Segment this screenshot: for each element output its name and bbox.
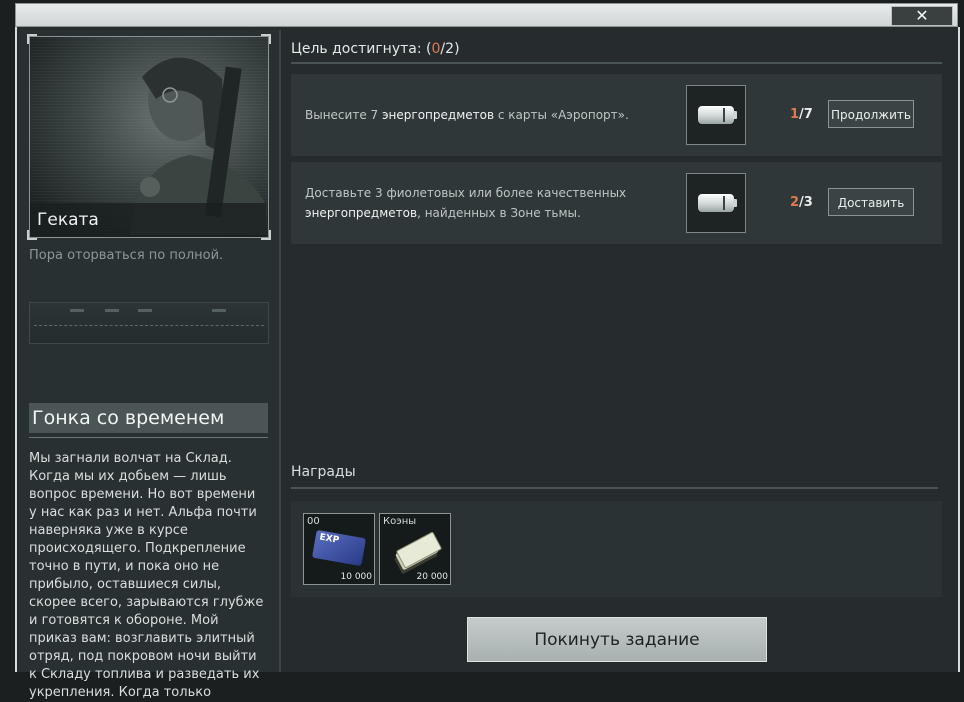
reward-amount: 20 000 [416,572,449,582]
reward-amount: 10 000 [340,572,373,582]
character-quote: Пора оторваться по полной. [29,248,224,263]
character-portrait: Геката [27,34,271,240]
reward-exp[interactable]: 00 EXP 10 000 [303,513,375,585]
title-divider [29,437,268,438]
money-stack-icon [392,528,443,575]
close-icon: ✕ [915,6,929,25]
character-name: Геката [30,203,266,237]
battery-icon[interactable] [686,85,746,145]
task-progress: 2/3 [790,195,813,210]
exp-ticket-icon: EXP [311,529,367,567]
reward-money[interactable]: Коэны 20 000 [379,513,451,585]
continue-button[interactable]: Продолжить [828,100,914,128]
quest-giver-panel: Геката Пора оторваться по полной. Гонка … [19,30,281,700]
goal-total: 2 [445,41,455,57]
battery-icon[interactable] [686,173,746,233]
rewards-divider [291,487,938,489]
task-row-1: Вынесите 7 энергопредметов с карты «Аэро… [291,74,942,156]
task-description: Доставьте 3 фиолетовых или более качеств… [305,186,627,220]
goal-divider [291,62,942,64]
close-button[interactable]: ✕ [891,6,953,26]
route-graphic [29,302,269,344]
task-progress: 1/7 [790,107,813,122]
goal-label: Цель достигнута: [291,41,422,57]
deliver-button[interactable]: Доставить [828,188,914,216]
goal-status: Цель достигнута: (0/2) [291,41,460,57]
quest-description: Мы загнали волчат на Склад. Когда мы их … [29,451,264,700]
goal-close: ) [454,41,460,57]
task-description: Вынесите 7 энергопредметов с карты «Аэро… [305,108,629,122]
rewards-list: 00 EXP 10 000 Коэны 20 000 [291,501,942,597]
quest-title: Гонка со временем [29,403,268,433]
window-title-bar: ✕ [15,3,958,27]
leave-quest-button[interactable]: Покинуть задание [467,617,767,662]
task-row-2: Доставьте 3 фиолетовых или более качеств… [291,162,942,244]
rewards-heading: Награды [291,464,356,480]
